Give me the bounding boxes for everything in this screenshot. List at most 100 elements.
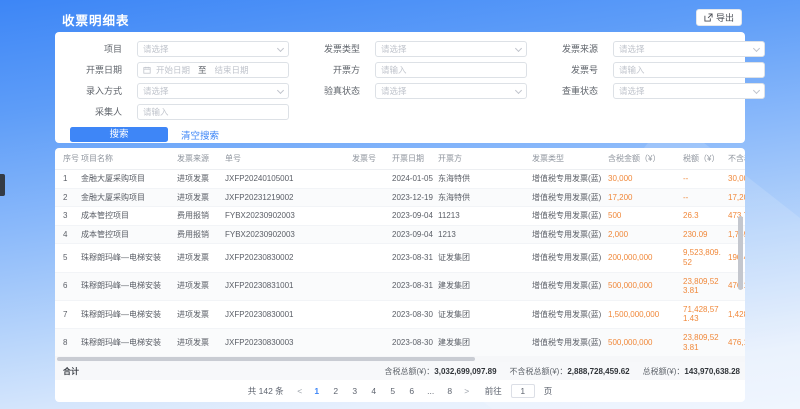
total-with-tax-label: 含税总额(¥)： [384,367,434,376]
page-button-6[interactable]: 6 [405,384,419,398]
cell-amount_without_tax: 17,200 [728,188,745,207]
total-without-tax-label: 不含税总额(¥)： [510,367,568,376]
table-row: 6珠穆朗玛峰—电梯安装进项发票JXFP202308310012023-08-31… [55,272,745,300]
column-header-2: 发票来源 [177,148,225,170]
cell-issuer: 东海特供 [438,170,532,189]
cell-date: 2023-08-30 [392,328,438,356]
page-button-3[interactable]: 3 [348,384,362,398]
filter-input-issuer[interactable]: 请输入 [375,62,527,78]
goto-page-input[interactable] [511,384,535,398]
chevron-down-icon [753,44,760,51]
cell-invoice_no [352,188,392,207]
page-background: 收票明细表 导出 项目请选择发票类型请选择发票来源请选择开票日期开始日期至结束日… [0,0,800,409]
export-icon [704,13,713,22]
cell-tax: 71,428,571.43 [683,300,728,328]
filter-select-dup-status[interactable]: 请选择 [613,83,765,99]
side-tab[interactable] [0,174,5,196]
cell-type: 增值税专用发票(蓝) [532,300,608,328]
cell-date: 2023-09-04 [392,225,438,244]
column-header-9: 税额（¥） [683,148,728,170]
filter-daterange-invoice-date[interactable]: 开始日期至结束日期 [137,62,289,78]
cell-tax: 23,809,523.81 [683,328,728,356]
filter-card: 项目请选择发票类型请选择发票来源请选择开票日期开始日期至结束日期开票方请输入发票… [55,32,745,143]
table-row: 2金融大厦采购项目进项发票JXFP202312190022023-12-19东海… [55,188,745,207]
filter-label-dup-status: 查重状态 [535,83,605,99]
chevron-down-icon [753,86,760,93]
table-row: 5珠穆朗玛峰—电梯安装进项发票JXFP202308300022023-08-31… [55,244,745,272]
cell-no: 2 [55,188,81,207]
chevron-down-icon [277,44,284,51]
cell-source: 进项发票 [177,300,225,328]
filter-select-entry-method[interactable]: 请选择 [137,83,289,99]
cell-issuer: 证发集团 [438,300,532,328]
prev-page-button[interactable]: < [295,386,305,396]
cell-source: 进项发票 [177,170,225,189]
filter-input-invoice-no[interactable]: 请输入 [613,62,765,78]
cell-invoice_no [352,328,392,356]
total-tax-label: 总税额(¥)： [643,367,685,376]
cell-order_no: JXFP20230831001 [225,272,352,300]
page-title: 收票明细表 [62,10,130,29]
filter-label-issuer: 开票方 [297,62,367,78]
cell-project: 成本管控项目 [81,225,177,244]
cell-amount_with_tax: 500 [608,207,683,226]
total-tax-value: 143,970,638.28 [684,367,740,376]
cell-no: 5 [55,244,81,272]
cell-issuer: 建发集团 [438,272,532,300]
export-button-label: 导出 [716,11,734,24]
cell-tax: -- [683,188,728,207]
clear-search-link[interactable]: 清空搜索 [181,128,219,142]
cell-tax: 230.09 [683,225,728,244]
cell-invoice_no [352,207,392,226]
page-button-1[interactable]: 1 [310,384,324,398]
page-button-5[interactable]: 5 [386,384,400,398]
next-page-button[interactable]: > [462,386,472,396]
table-row: 7珠穆朗玛峰—电梯安装进项发票JXFP202308300012023-08-30… [55,300,745,328]
chevron-down-icon [515,86,522,93]
cell-project: 珠穆朗玛峰—电梯安装 [81,244,177,272]
cell-no: 4 [55,225,81,244]
filter-select-invoice-type[interactable]: 请选择 [375,41,527,57]
column-header-1: 项目名称 [81,148,177,170]
summary-totals: 含税总额(¥)：3,032,699,097.89 不含税总额(¥)：2,888,… [384,366,745,377]
cell-no: 7 [55,300,81,328]
cell-issuer: 东海特供 [438,188,532,207]
table-card: 序号项目名称发票来源单号发票号开票日期开票方发票类型含税金额（¥）税额（¥）不含… [55,148,745,402]
cell-issuer: 证发集团 [438,244,532,272]
cell-invoice_no [352,225,392,244]
page-button-4[interactable]: 4 [367,384,381,398]
search-button[interactable]: 搜索 [70,127,168,142]
total-tax: 总税额(¥)：143,970,638.28 [643,366,740,377]
cell-project: 金融大厦采购项目 [81,170,177,189]
column-header-4: 发票号 [352,148,392,170]
export-button[interactable]: 导出 [696,9,742,26]
filter-select-verify-status[interactable]: 请选择 [375,83,527,99]
summary-label: 合计 [55,366,79,377]
filter-select-invoice-source[interactable]: 请选择 [613,41,765,57]
cell-tax: -- [683,170,728,189]
page-button-2[interactable]: 2 [329,384,343,398]
cell-type: 增值税专用发票(蓝) [532,272,608,300]
cell-source: 进项发票 [177,328,225,356]
filter-input-collector[interactable]: 请输入 [137,104,289,120]
horizontal-scrollbar-thumb[interactable] [57,357,475,361]
vertical-scrollbar-thumb[interactable] [738,216,743,290]
filter-select-project[interactable]: 请选择 [137,41,289,57]
filter-label-collector: 采集人 [59,104,129,120]
page-button-8[interactable]: 8 [443,384,457,398]
cell-type: 增值税专用发票(蓝) [532,170,608,189]
cell-type: 增值税专用发票(蓝) [532,328,608,356]
filter-label-project: 项目 [59,41,129,57]
column-header-0: 序号 [55,148,81,170]
cell-amount_with_tax: 2,000 [608,225,683,244]
table-row: 3成本管控项目费用报销FYBX202309020032023-09-041121… [55,207,745,226]
cell-order_no: FYBX20230902003 [225,207,352,226]
table-row: 1金融大厦采购项目进项发票JXFP202401050012024-01-05东海… [55,170,745,189]
cell-date: 2024-01-05 [392,170,438,189]
column-header-8: 含税金额（¥） [608,148,683,170]
table-scroll-area: 序号项目名称发票来源单号发票号开票日期开票方发票类型含税金额（¥）税额（¥）不含… [55,148,745,356]
cell-project: 珠穆朗玛峰—电梯安装 [81,328,177,356]
cell-date: 2023-08-31 [392,272,438,300]
page-ellipsis: ... [424,384,438,398]
cell-project: 成本管控项目 [81,207,177,226]
